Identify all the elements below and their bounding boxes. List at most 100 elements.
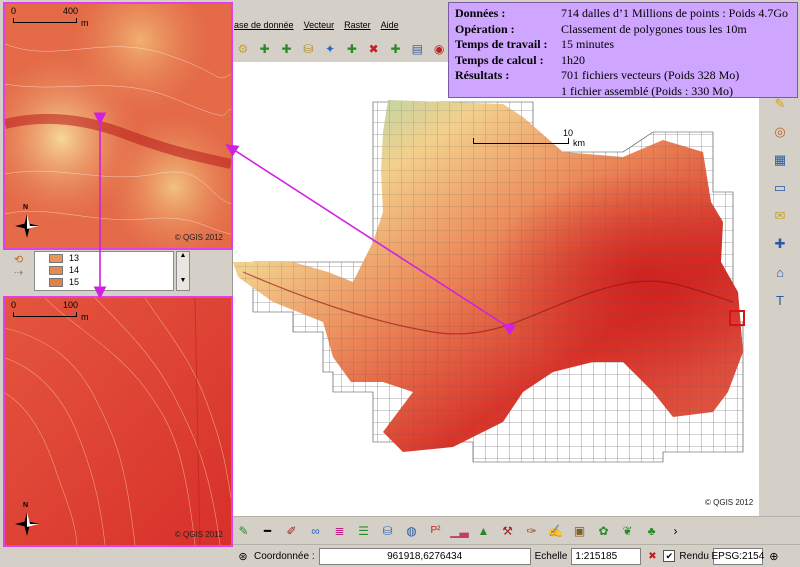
add-wfs-icon[interactable]: ✚	[343, 40, 361, 58]
coord-field[interactable]: 961918,6276434	[318, 547, 531, 565]
info-panel: Données : 714 dalles d’1 Millions de poi…	[448, 2, 798, 98]
scroll-up-icon[interactable]: ▲	[177, 252, 189, 259]
main-copyright: © QGIS 2012	[705, 498, 754, 507]
inset-top-terrain	[5, 4, 231, 248]
legend-swatch-13	[49, 253, 63, 263]
render-checkbox[interactable]: ✔	[663, 550, 676, 562]
inset-bottom-north-label: N	[23, 502, 29, 509]
inset-map-top: N 0 400 m © QGIS 2012	[3, 2, 233, 250]
map-canvas[interactable]: 10 km	[232, 62, 759, 516]
legend-scrollbar[interactable]: ▲ ▼	[176, 251, 190, 291]
link-icon[interactable]: ∞	[306, 521, 325, 540]
scale-field[interactable]: 1:215185	[571, 547, 642, 565]
arrow-icon[interactable]: ⇢	[14, 266, 30, 279]
list-icon[interactable]: ☰	[354, 521, 373, 540]
info-row: Opération : Classement de polygones tous…	[455, 22, 791, 38]
gps-icon[interactable]: ◉	[430, 40, 448, 58]
inset-top-scale-end: 400	[63, 6, 79, 16]
menu-raster[interactable]: Raster	[344, 20, 371, 30]
chevron-right-icon[interactable]: ›	[666, 521, 685, 540]
info-value: 15 minutes	[561, 37, 614, 51]
info-row: Temps de travail : 15 minutes	[455, 37, 791, 53]
scale-label: Echelle	[534, 550, 568, 562]
coord-label: Coordonnée :	[254, 550, 315, 562]
line-icon[interactable]: ━	[258, 521, 277, 540]
info-key: Résultats :	[455, 68, 510, 82]
inset-bottom-scale-unit: m	[81, 312, 89, 322]
legend-swatch-14	[49, 265, 63, 275]
add-vector-layer-icon[interactable]: ✚	[256, 40, 274, 58]
info-row: Données : 714 dalles d’1 Millions de poi…	[455, 6, 791, 22]
form-icon[interactable]: ✍	[546, 521, 565, 540]
inset-bottom-scale-start: 0	[11, 300, 17, 310]
info-key: Temps de calcul :	[455, 52, 544, 67]
inset-bottom-copyright: © QGIS 2012	[174, 530, 223, 539]
ruler-icon[interactable]: ▭	[769, 178, 791, 198]
info-row: Temps de calcul : 1h20	[455, 53, 791, 69]
menu-database[interactable]: ase de donnée	[234, 20, 294, 30]
plant-icon[interactable]: ✿	[594, 521, 613, 540]
menubar: ase de donnée Vecteur Raster Aide	[232, 16, 448, 34]
bookmark-icon[interactable]: ✚	[769, 234, 791, 254]
tree-icon[interactable]: ♣	[642, 521, 661, 540]
brush-icon[interactable]: ✑	[522, 521, 541, 540]
pencil-icon[interactable]: ✎	[234, 521, 253, 540]
leaf-icon[interactable]: ❦	[618, 521, 637, 540]
add-spatialite-icon[interactable]: ✚	[387, 40, 405, 58]
tooltip-icon[interactable]: ✉	[769, 206, 791, 226]
layer-icon[interactable]: ⟲	[14, 253, 30, 266]
menu-help[interactable]: Aide	[381, 20, 399, 30]
legend-item: 14	[49, 264, 173, 276]
projection-icon[interactable]: ⊕	[767, 549, 781, 563]
inset-map-bottom: N 0 100 m © QGIS 2012	[3, 296, 233, 547]
info-row: 1 fichier assemblé (Poids : 330 Mo)	[455, 84, 791, 100]
epsg-field[interactable]: EPSG:2154	[711, 547, 764, 565]
info-value: 1h20	[561, 52, 585, 67]
add-raster-layer-icon[interactable]: ✚	[278, 40, 296, 58]
stop-render-icon[interactable]: ✖	[645, 549, 659, 563]
info-key	[455, 84, 561, 100]
remove-layer-icon[interactable]: ✖	[365, 40, 383, 58]
attribute-table-icon[interactable]: ▦	[769, 150, 791, 170]
legend-icon[interactable]: ≣	[330, 521, 349, 540]
legend-label: 14	[69, 265, 80, 275]
power-icon[interactable]: P²	[426, 521, 445, 540]
right-toolbar: ✎ ◎ ▦ ▭ ✉ ✚ ⌂ T	[760, 90, 800, 390]
coordinate-toggle-icon[interactable]: ⊛	[236, 549, 250, 563]
inset-top-scale-unit: m	[81, 18, 89, 28]
tool-icon[interactable]: ⚒	[498, 521, 517, 540]
info-key: Opération :	[455, 21, 515, 36]
info-key: Temps de travail :	[455, 37, 548, 51]
main-scale-bar: 10 km	[473, 128, 593, 150]
inset-bottom-scale-end: 100	[63, 300, 79, 310]
image-icon[interactable]: ▣	[570, 521, 589, 540]
top-toolbar: ⚙ ✚ ✚ ⛁ ✦ ✚ ✖ ✚ ▤ ◉	[232, 36, 448, 62]
edit-icon[interactable]: ✐	[282, 521, 301, 540]
gear-icon[interactable]: ⚙	[234, 40, 252, 58]
text-annotation-icon[interactable]: T	[769, 290, 791, 310]
legend-swatch-15	[49, 277, 63, 287]
inset-top-scale-start: 0	[11, 6, 17, 16]
scroll-down-icon[interactable]: ▼	[177, 277, 189, 284]
legend-list: 13 14 15	[34, 251, 174, 291]
chart-icon[interactable]: ▁▃	[450, 521, 469, 540]
statusbar: ⊛ Coordonnée : 961918,6276434 Echelle 1:…	[232, 544, 800, 567]
info-key: Données :	[455, 6, 506, 20]
add-database-icon[interactable]: ⛁	[299, 40, 317, 58]
globe-icon[interactable]: ◍	[402, 521, 421, 540]
main-scale-value: 10	[563, 128, 574, 138]
render-label: Rendu	[679, 550, 709, 562]
database-icon[interactable]: ⛁	[378, 521, 397, 540]
new-layer-icon[interactable]: ▤	[408, 40, 426, 58]
home-icon[interactable]: ⌂	[769, 262, 791, 282]
inset-top-copyright: © QGIS 2012	[174, 233, 223, 242]
info-value: 714 dalles d’1 Millions de points : Poid…	[561, 6, 789, 20]
info-row: Résultats : 701 fichiers vecteurs (Poids…	[455, 68, 791, 84]
menu-vector[interactable]: Vecteur	[304, 20, 335, 30]
measure-icon[interactable]: ◎	[769, 122, 791, 142]
legend-label: 15	[69, 277, 80, 287]
terrain-icon[interactable]: ▲	[474, 521, 493, 540]
bottom-toolbar: ✎ ━ ✐ ∞ ≣ ☰ ⛁ ◍ P² ▁▃ ▲ ⚒ ✑ ✍ ▣ ✿ ❦ ♣ ›	[232, 516, 800, 544]
add-wms-icon[interactable]: ✦	[321, 40, 339, 58]
info-value: 1 fichier assemblé (Poids : 330 Mo)	[561, 83, 733, 98]
